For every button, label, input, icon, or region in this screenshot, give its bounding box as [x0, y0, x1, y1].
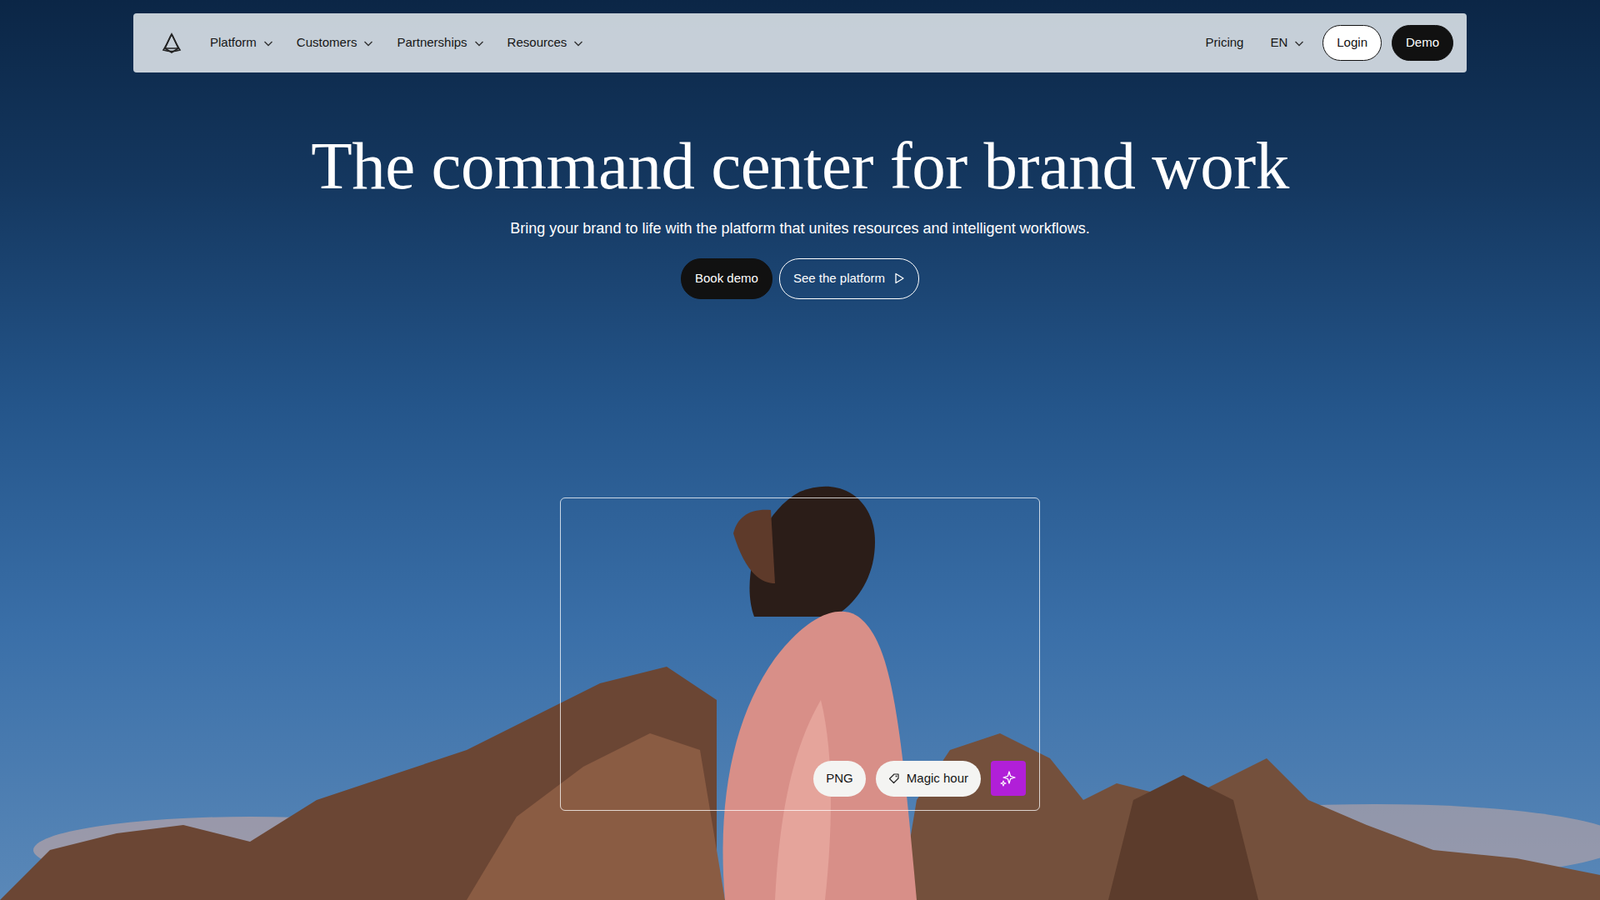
button-label: Book demo — [695, 270, 759, 285]
nav-menu-label: Resources — [507, 33, 568, 53]
sparkle-icon — [999, 769, 1018, 788]
nav-menu-label: Platform — [210, 33, 257, 53]
nav-menu-item[interactable]: Resources — [499, 28, 593, 58]
chevron-down-icon — [363, 38, 374, 49]
nav-menu-label: Partnerships — [396, 33, 467, 53]
login-button[interactable]: Login — [1322, 25, 1382, 61]
ai-sparkle-button[interactable] — [990, 760, 1026, 796]
chevron-down-icon — [474, 38, 485, 49]
play-icon — [893, 272, 905, 285]
demo-button[interactable]: Demo — [1391, 25, 1454, 61]
hero-subtitle: Bring your brand to life with the platfo… — [510, 216, 1090, 240]
hero-buttons: Book demo See the platform — [680, 258, 920, 300]
hero: The command center for brand work Bring … — [0, 72, 1600, 811]
logo-icon[interactable] — [160, 31, 184, 55]
pricing-link[interactable]: Pricing — [1197, 28, 1253, 58]
format-chip[interactable]: PNG — [813, 760, 866, 797]
see-platform-button[interactable]: See the platform — [779, 258, 920, 300]
tag-icon — [888, 772, 900, 785]
nav-menu-label: Customers — [296, 33, 358, 53]
language-select[interactable]: EN — [1261, 28, 1313, 58]
language-label: EN — [1270, 33, 1288, 53]
book-demo-button[interactable]: Book demo — [680, 258, 773, 300]
chevron-down-icon — [263, 38, 274, 49]
chevron-down-icon — [573, 38, 584, 49]
chip-label: PNG — [825, 769, 854, 789]
top-navbar: Platform Customers Partnerships Resources P… — [133, 13, 1467, 73]
asset-frame[interactable]: PNG Magic hour — [560, 497, 1040, 811]
nav-menu-item[interactable]: Customers — [288, 28, 383, 58]
nav-menu-item[interactable]: Partnerships — [388, 28, 492, 58]
hero-title: The command center for brand work — [310, 129, 1289, 204]
chip-label: Magic hour — [906, 769, 969, 789]
tag-chip[interactable]: Magic hour — [875, 760, 981, 797]
chevron-down-icon — [1294, 38, 1305, 49]
button-label: See the platform — [793, 269, 885, 289]
nav-menu-item[interactable]: Platform — [201, 28, 282, 58]
